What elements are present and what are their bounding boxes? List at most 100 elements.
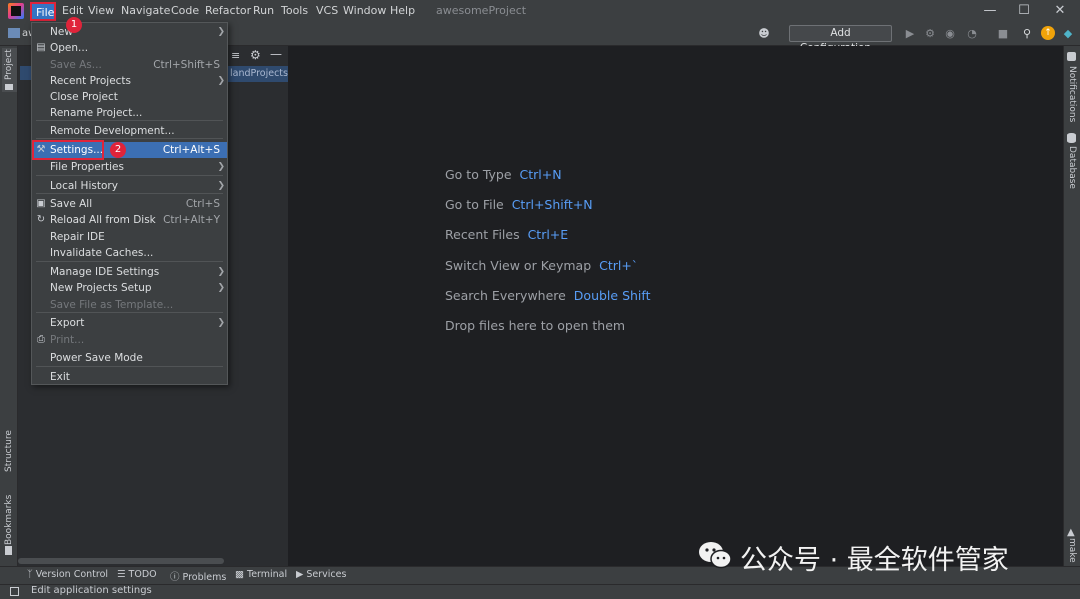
database-tool-label[interactable]: Database [1067, 146, 1077, 189]
menu-item-label: Save All [50, 198, 93, 210]
gear-icon[interactable]: ⚙ [250, 48, 261, 62]
menu-file-label[interactable]: File [36, 6, 54, 19]
coverage-icon[interactable]: ◉ [943, 27, 957, 41]
structure-tool-label[interactable]: Structure [4, 430, 14, 472]
hint-text: Go to File [445, 197, 504, 212]
tab-label[interactable]: Problems [183, 572, 227, 583]
menu-item-remote-development[interactable]: Remote Development... [32, 123, 227, 139]
right-tool-strip [1063, 46, 1080, 566]
horizontal-scrollbar[interactable] [18, 558, 224, 564]
menu-item-power-save-mode[interactable]: Power Save Mode [32, 350, 227, 366]
make-tool-label[interactable]: make [1067, 538, 1077, 563]
chevron-right-icon: ❯ [217, 27, 225, 37]
hint-search-everywhere: Search Everywhere Double Shift [445, 288, 650, 303]
menu-item-save-as[interactable]: Save As... Ctrl+Shift+S [32, 57, 227, 73]
hide-panel-icon[interactable]: — [270, 47, 282, 61]
update-icon[interactable]: ↑ [1041, 26, 1055, 40]
menu-item-export[interactable]: Export ❯ [32, 315, 227, 331]
menu-window[interactable]: Window [343, 4, 386, 17]
tab-version-control[interactable]: ᛉ Version Control [27, 569, 108, 580]
info-icon: ⓘ [170, 572, 183, 583]
menu-code[interactable]: Code [171, 4, 199, 17]
menu-item-open[interactable]: ▤ Open... [32, 40, 227, 56]
search-icon[interactable]: ⚲ [1020, 27, 1034, 41]
project-path[interactable]: landProjects\ [228, 66, 288, 82]
menu-item-save-all[interactable]: ▣ Save All Ctrl+S [32, 196, 227, 212]
menu-item-label: Exit [50, 371, 70, 383]
tab-label[interactable]: Version Control [36, 569, 108, 580]
hint-switch-view: Switch View or Keymap Ctrl+` [445, 258, 638, 273]
file-menu-popup: New ❯ ▤ Open... Save As... Ctrl+Shift+S Recent… [31, 22, 228, 385]
menu-view[interactable]: View [88, 4, 114, 17]
profile-icon[interactable]: ◔ [965, 27, 979, 41]
minimize-icon[interactable]: — [976, 2, 1004, 20]
menu-item-recent-projects[interactable]: Recent Projects ❯ [32, 73, 227, 89]
wechat-logo-icon [699, 542, 732, 569]
tab-label[interactable]: Terminal [247, 569, 287, 580]
menu-item-label: Remote Development... [50, 125, 175, 137]
menu-tools[interactable]: Tools [281, 4, 308, 17]
menu-item-shortcut: Ctrl+Shift+S [153, 59, 220, 71]
maximize-icon[interactable]: ☐ [1010, 2, 1038, 20]
menu-item-label: Reload All from Disk [50, 214, 156, 226]
app-logo-icon[interactable] [8, 3, 24, 19]
menu-item-label: New Projects Setup [50, 282, 152, 294]
menu-item-rename-project[interactable]: Rename Project... [32, 105, 227, 121]
menu-item-repair-ide[interactable]: Repair IDE [32, 229, 227, 245]
menu-item-reload-all-from-disk[interactable]: ↻ Reload All from Disk Ctrl+Alt+Y [32, 212, 227, 228]
make-icon[interactable]: ▲ [1067, 527, 1075, 538]
toggle-tool-windows-icon[interactable] [10, 587, 19, 596]
close-icon[interactable]: ✕ [1046, 2, 1074, 20]
user-icon[interactable]: ☻ [757, 27, 771, 41]
project-tool-label[interactable]: Project [4, 49, 14, 80]
save-icon: ▣ [36, 198, 46, 209]
tab-problems[interactable]: ⓘ Problems [170, 569, 226, 583]
menu-item-local-history[interactable]: Local History ❯ [32, 178, 227, 194]
bookmarks-tool-label[interactable]: Bookmarks [4, 495, 14, 545]
menu-item-invalidate-caches[interactable]: Invalidate Caches... [32, 245, 227, 261]
reload-icon: ↻ [36, 214, 46, 225]
menu-item-exit[interactable]: Exit [32, 369, 227, 385]
tab-todo[interactable]: ☰ TODO [117, 569, 157, 580]
menu-item-label: Export [50, 317, 85, 329]
run-icon[interactable]: ▶ [903, 27, 917, 41]
chevron-right-icon: ❯ [217, 267, 225, 277]
debug-icon[interactable]: ⚙ [923, 27, 937, 41]
menu-help[interactable]: Help [390, 4, 415, 17]
menu-separator [36, 175, 223, 176]
menu-item-manage-ide-settings[interactable]: Manage IDE Settings ❯ [32, 264, 227, 280]
editor-area[interactable] [288, 46, 1063, 566]
tab-services[interactable]: ▶ Services [296, 569, 346, 580]
tab-label[interactable]: Services [306, 569, 346, 580]
menu-file[interactable]: File [30, 2, 56, 21]
database-icon[interactable] [1067, 133, 1076, 143]
menu-edit[interactable]: Edit [62, 4, 83, 17]
menu-item-print[interactable]: ⎙ Print... [32, 332, 227, 348]
left-tool-strip [0, 46, 18, 566]
hint-text: Go to Type [445, 167, 512, 182]
menu-refactor[interactable]: Refactor [205, 4, 251, 17]
notifications-tool-label[interactable]: Notifications [1067, 66, 1077, 122]
menu-navigate[interactable]: Navigate [121, 4, 170, 17]
chevron-right-icon: ❯ [217, 76, 225, 86]
tab-terminal[interactable]: ▩ Terminal [235, 569, 287, 580]
collapse-icon[interactable]: ≡ [231, 49, 240, 62]
stop-icon[interactable]: ■ [996, 27, 1010, 41]
menu-item-save-file-as-template[interactable]: Save File as Template... [32, 297, 227, 313]
menu-item-label: Open... [50, 42, 89, 54]
add-configuration-button[interactable]: Add Configuration... [789, 25, 892, 54]
chevron-right-icon: ❯ [217, 181, 225, 191]
menu-item-new-projects-setup[interactable]: New Projects Setup ❯ [32, 280, 227, 296]
menu-vcs[interactable]: VCS [316, 4, 338, 17]
menu-run[interactable]: Run [253, 4, 274, 17]
hint-drop-files: Drop files here to open them [445, 318, 625, 333]
menu-item-close-project[interactable]: Close Project [32, 89, 227, 105]
jetbrains-icon[interactable]: ◆ [1061, 27, 1075, 41]
notifications-icon[interactable] [1067, 52, 1076, 61]
menu-item-shortcut: Ctrl+Alt+Y [163, 214, 220, 226]
menu-item-label: Local History [50, 180, 118, 192]
menu-item-label: Invalidate Caches... [50, 247, 154, 259]
menu-item-new[interactable]: New ❯ [32, 24, 227, 40]
menu-item-file-properties[interactable]: File Properties ❯ [32, 159, 227, 175]
tab-label[interactable]: TODO [129, 569, 157, 580]
